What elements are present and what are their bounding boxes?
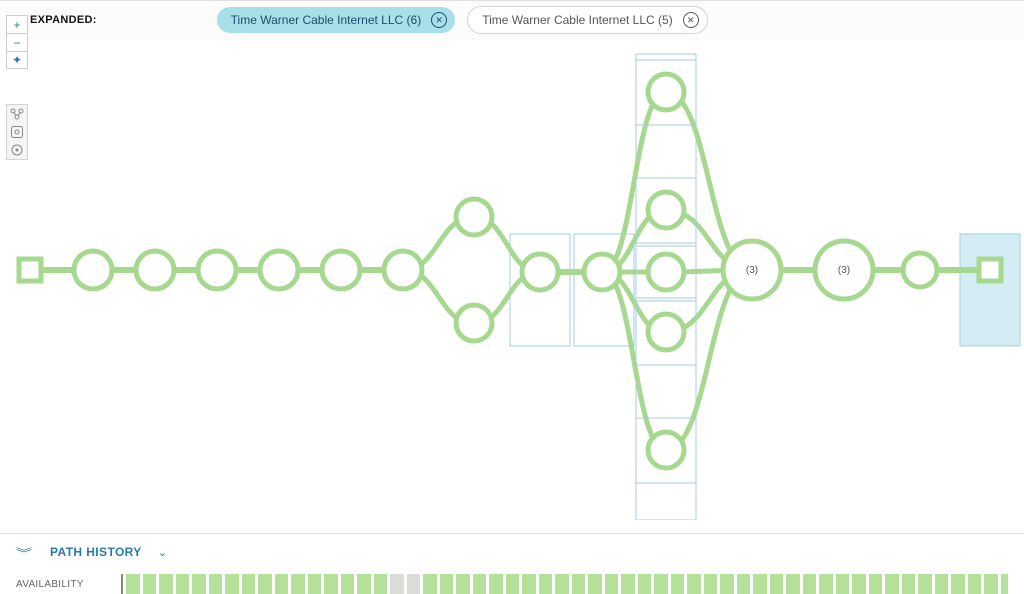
node-start[interactable] [19,259,41,281]
availability-cell[interactable] [951,574,965,594]
availability-cell[interactable] [803,574,817,594]
availability-cell[interactable] [885,574,899,594]
availability-cell[interactable] [176,574,190,594]
availability-cell[interactable] [786,574,800,594]
group-box-3[interactable] [960,234,1020,346]
availability-cell[interactable] [753,574,767,594]
node-dn1[interactable] [456,305,492,341]
top-bar: EXPANDED: Time Warner Cable Internet LLC… [0,0,1024,40]
availability-cell[interactable] [357,574,371,594]
footer-panel: ︾ PATH HISTORY ⌄ AVAILABILITY [0,533,1024,593]
chip-label: Time Warner Cable Internet LLC (5) [482,13,673,27]
availability-cell[interactable] [374,574,388,594]
node-s0[interactable] [648,74,684,110]
availability-cell[interactable] [506,574,520,594]
availability-cell[interactable] [192,574,206,594]
availability-cell[interactable] [654,574,668,594]
path-history-dropdown-icon[interactable]: ⌄ [158,546,167,559]
availability-cell[interactable] [407,574,421,594]
availability-cell[interactable] [225,574,239,594]
node-n4[interactable] [260,251,298,289]
availability-cell[interactable] [984,574,998,594]
availability-cell[interactable] [605,574,619,594]
node-label-agg1: (3) [746,265,758,276]
availability-cell[interactable] [770,574,784,594]
availability-cell[interactable] [341,574,355,594]
availability-cell[interactable] [572,574,586,594]
availability-cell[interactable] [473,574,487,594]
filter-chip-1[interactable]: Time Warner Cable Internet LLC (5) ✕ [467,6,708,34]
availability-cell[interactable] [275,574,289,594]
availability-cell[interactable] [671,574,685,594]
availability-cell[interactable] [258,574,272,594]
node-n5[interactable] [322,251,360,289]
zoom-in-button[interactable]: + [6,15,28,33]
availability-cell[interactable] [489,574,503,594]
node-n1[interactable] [74,251,112,289]
availability-cell[interactable] [539,574,553,594]
availability-cell[interactable] [902,574,916,594]
availability-cell[interactable] [324,574,338,594]
availability-label: AVAILABILITY [16,579,121,590]
availability-cell[interactable] [209,574,223,594]
availability-cell[interactable] [159,574,173,594]
node-s1[interactable] [648,192,684,228]
availability-cell[interactable] [638,574,652,594]
node-n7[interactable] [903,253,937,287]
chip-container: Time Warner Cable Internet LLC (6)✕Time … [217,6,720,34]
availability-cell[interactable] [720,574,734,594]
availability-cell[interactable] [143,574,157,594]
collapse-footer-icon[interactable]: ︾ [16,544,32,561]
close-icon[interactable]: ✕ [431,12,447,28]
availability-cell[interactable] [918,574,932,594]
availability-cell[interactable] [869,574,883,594]
availability-cell[interactable] [390,574,404,594]
availability-cell[interactable] [242,574,256,594]
node-label-agg2: (3) [838,265,850,276]
availability-cell[interactable] [522,574,536,594]
node-end[interactable] [979,259,1001,281]
availability-cell[interactable] [456,574,470,594]
node-s3[interactable] [648,314,684,350]
availability-cell[interactable] [968,574,982,594]
node-n3[interactable] [198,251,236,289]
node-g2[interactable] [584,254,620,290]
expanded-label: EXPANDED: [30,14,97,26]
node-n2[interactable] [136,251,174,289]
node-g1[interactable] [522,254,558,290]
path-history-label[interactable]: PATH HISTORY [50,545,142,559]
availability-cell[interactable] [308,574,322,594]
edge-curve [602,270,752,450]
availability-cell[interactable] [423,574,437,594]
availability-cell[interactable] [935,574,949,594]
node-s2[interactable] [648,254,684,290]
availability-cell[interactable] [687,574,701,594]
filter-chip-0[interactable]: Time Warner Cable Internet LLC (6) ✕ [217,7,456,33]
availability-cell[interactable] [440,574,454,594]
availability-cell[interactable] [621,574,635,594]
node-up1[interactable] [456,199,492,235]
availability-cell[interactable] [1001,574,1009,594]
close-icon[interactable]: ✕ [683,12,699,28]
availability-cell[interactable] [819,574,833,594]
availability-cell[interactable] [704,574,718,594]
availability-cell[interactable] [737,574,751,594]
availability-cell[interactable] [555,574,569,594]
node-s4[interactable] [648,432,684,468]
chip-label: Time Warner Cable Internet LLC (6) [231,13,422,27]
availability-cell[interactable] [126,574,140,594]
availability-cell[interactable] [852,574,866,594]
availability-cell[interactable] [588,574,602,594]
path-graph[interactable]: (3) (3) [0,40,1024,520]
edge-curve [602,92,752,272]
node-n6[interactable] [384,251,422,289]
availability-cell[interactable] [836,574,850,594]
availability-cell[interactable] [291,574,305,594]
availability-track[interactable] [121,574,1008,594]
